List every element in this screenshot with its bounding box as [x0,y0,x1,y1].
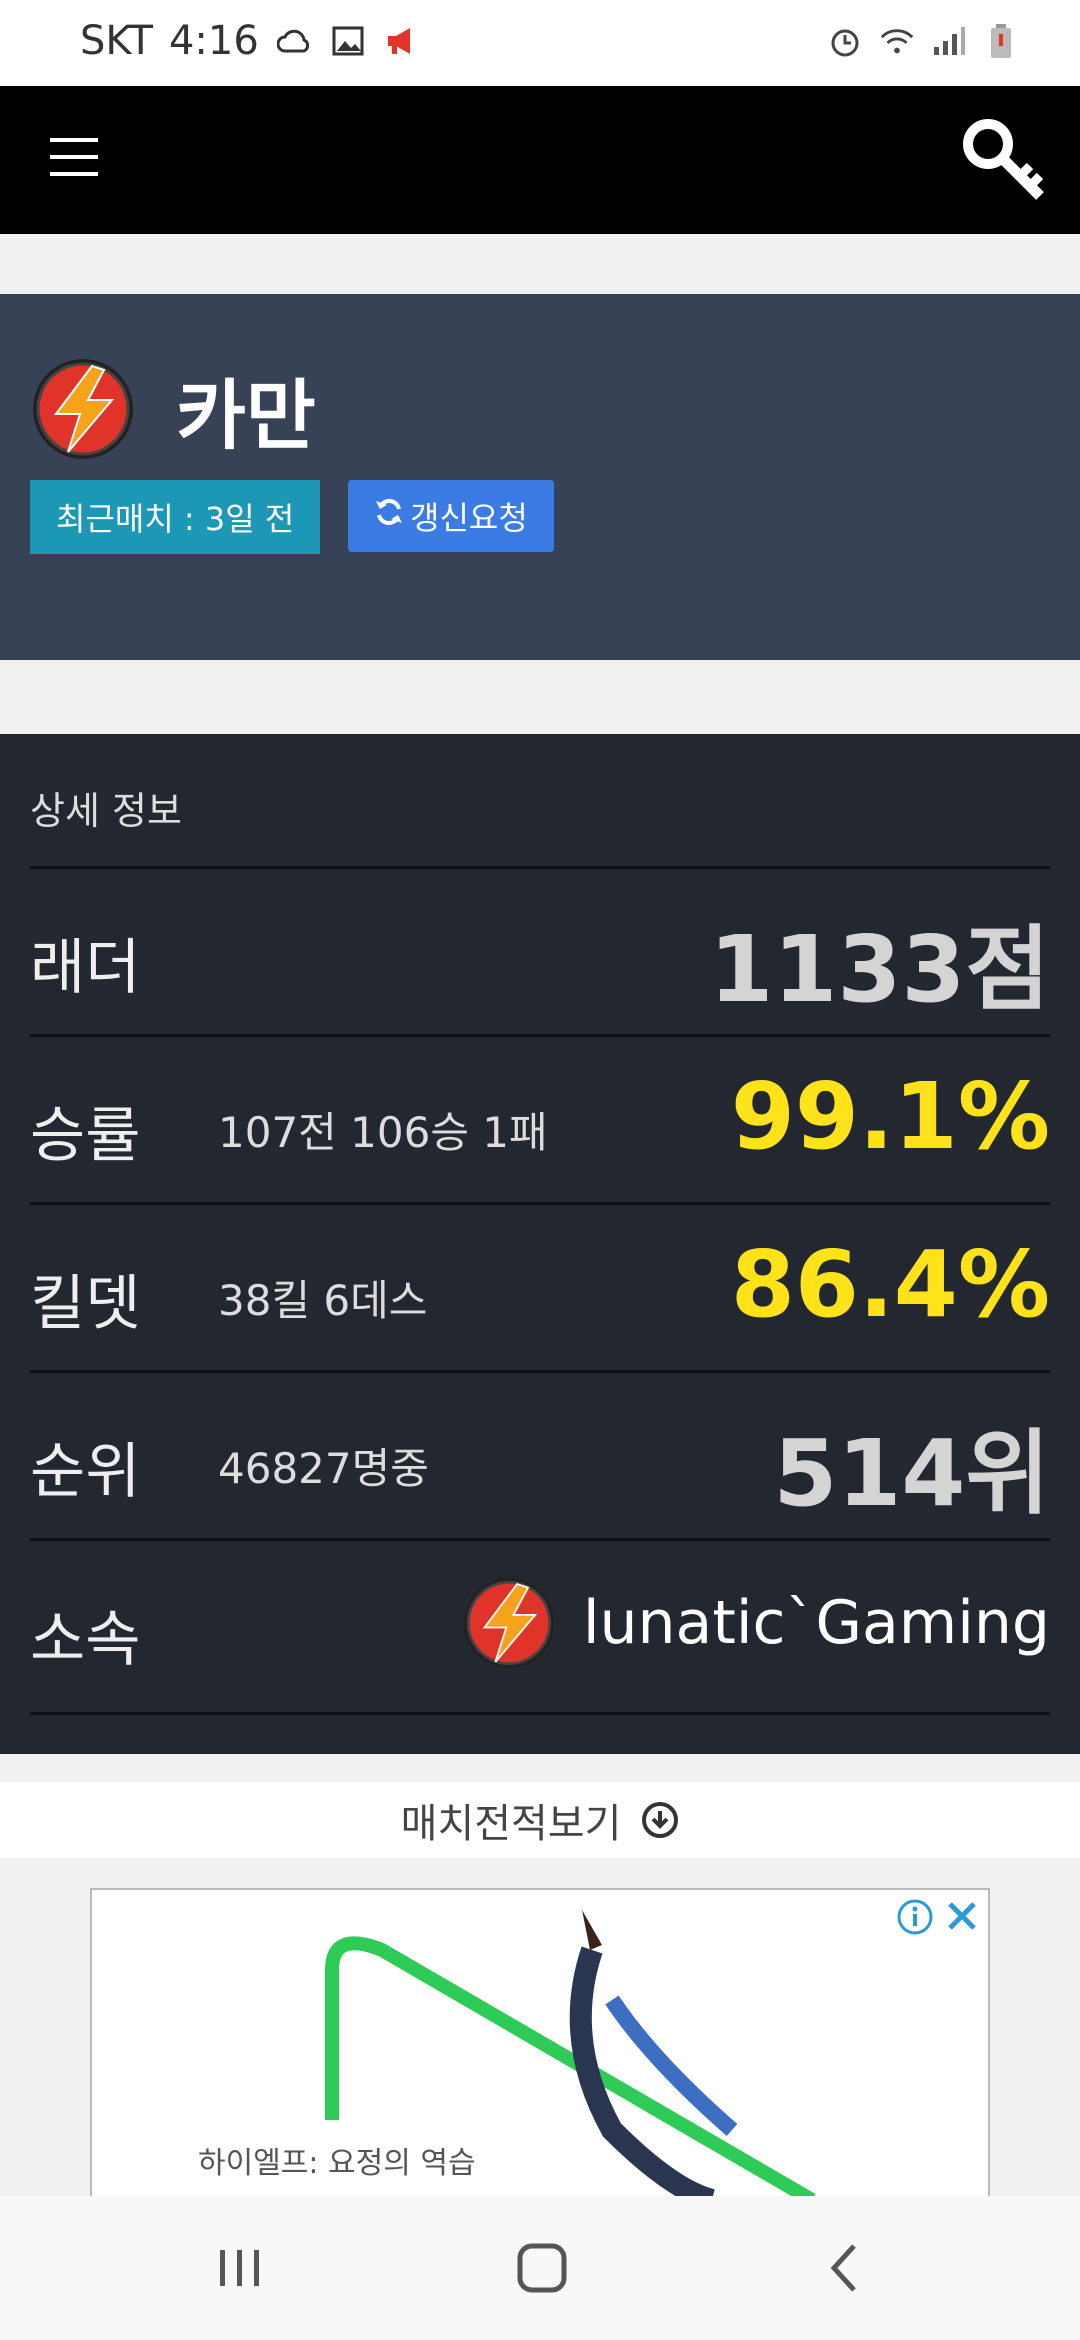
status-left: SKT 4:16 [80,18,421,64]
killdeath-record: 38킬 6데스 [218,1276,428,1325]
detail-heading: 상세 정보 [30,789,182,833]
cloud-icon [275,22,313,60]
top-navbar [0,86,1080,234]
ladder-value: 1133점 [709,916,1050,1023]
rank-total: 46827명중 [218,1444,429,1493]
killdeath-row: 킬뎃 38킬 6데스 86.4% [30,1202,1050,1370]
refresh-button-label: 갱신요청 [410,499,528,537]
player-name: 카만 [176,371,316,460]
lightning-logo-icon [461,1575,557,1671]
rank-row: 순위 46827명중 514위 [30,1370,1050,1538]
clock: 4:16 [168,18,259,64]
refresh-icon [374,497,404,535]
rank-label: 순위 [30,1437,141,1507]
team-link[interactable]: lunatic`Gaming [461,1575,1050,1671]
recent-match-badge: 최근매치 : 3일 전 [30,480,321,554]
lightning-logo-icon [30,356,136,462]
winrate-value: 99.1% [730,1063,1050,1170]
team-row: 소속 lunatic`Gaming [30,1538,1050,1706]
signal-icon [930,22,968,60]
refresh-button[interactable]: 갱신요청 [348,480,554,552]
killdeath-value: 86.4% [730,1231,1050,1338]
hamburger-icon[interactable] [50,138,98,178]
home-icon[interactable] [512,2238,572,2298]
killdeath-label: 킬뎃 [30,1269,141,1339]
winrate-record: 107전 106승 1패 [218,1108,548,1157]
ad-caption: 하이엘프: 요정의 역습 [198,2146,476,2181]
divider [30,1712,1050,1715]
key-icon[interactable] [960,116,1050,206]
battery-icon [982,22,1020,60]
info-icon[interactable] [896,1898,934,1936]
recent-apps-icon[interactable] [210,2238,270,2298]
profile-header: 카만 최근매치 : 3일 전 갱신요청 [0,294,1080,660]
ladder-row: 래더 1133점 [30,866,1050,1034]
wifi-icon [878,22,916,60]
system-navigation-bar [0,2196,1080,2340]
winrate-label: 승률 [30,1101,141,1171]
rank-value: 514위 [773,1420,1050,1527]
back-icon[interactable] [816,2238,876,2298]
team-label: 소속 [30,1605,141,1675]
detail-panel: 상세 정보 래더 1133점 승률 107전 106승 1패 99.1% 킬뎃 … [0,734,1080,1754]
team-name: lunatic`Gaming [582,1588,1050,1658]
image-icon [329,22,367,60]
megaphone-icon [383,22,421,60]
ad-banner[interactable]: 하이엘프: 요정의 역습 [90,1888,990,2198]
carrier-label: SKT [80,18,153,64]
alarm-icon [826,22,864,60]
match-history-button[interactable]: 매치전적보기 [0,1782,1080,1858]
winrate-row: 승률 107전 106승 1패 99.1% [30,1034,1050,1202]
close-icon[interactable] [942,1896,982,1936]
arrow-down-circle-icon [641,1801,679,1839]
ladder-label: 래더 [30,933,141,1003]
status-right [826,22,1020,60]
match-history-label: 매치전적보기 [400,1801,622,1847]
status-bar: SKT 4:16 [0,0,1080,86]
